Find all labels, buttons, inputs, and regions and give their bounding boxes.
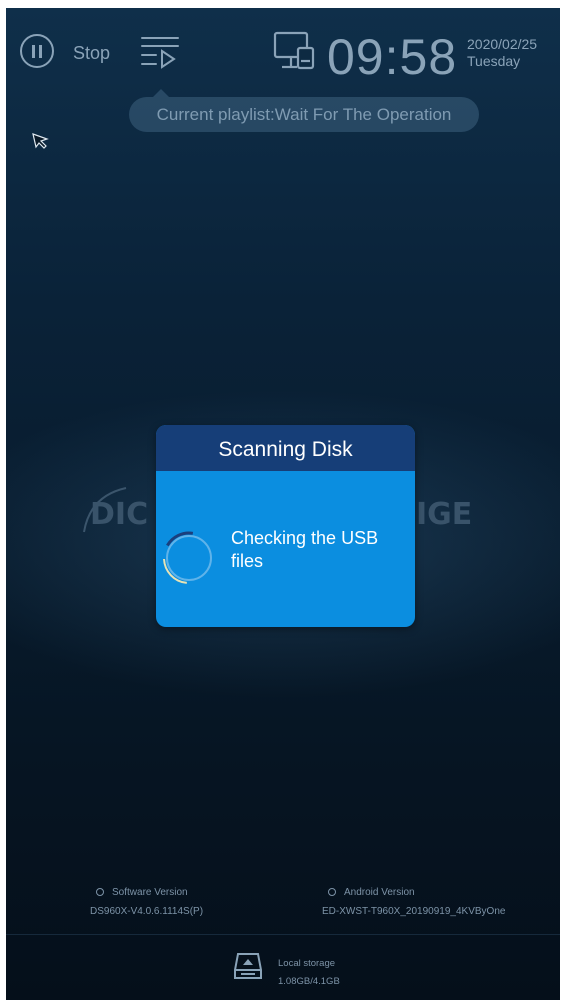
loading-spinner-icon <box>162 531 216 585</box>
info-dot-icon <box>328 888 336 896</box>
android-version-value: ED-XWST-T960X_20190919_4KVByOne <box>322 906 506 917</box>
software-version-value: DS960X-V4.0.6.1114S(P) <box>90 906 204 917</box>
pause-icon[interactable] <box>20 34 54 68</box>
scanning-disk-dialog: Scanning Disk Checking the USB files <box>156 425 415 627</box>
dialog-message: Checking the USB files <box>231 528 379 571</box>
playlist-icon[interactable] <box>140 34 180 70</box>
logo-text-left: DIC <box>90 497 148 532</box>
clock-time: 09:58 <box>327 29 458 85</box>
logo-text-right: IGE <box>416 497 472 532</box>
signage-screen: Stop 09:58 2020/02/25 Tuesday Current pl… <box>6 8 560 1000</box>
storage-label: Local storage <box>278 958 336 969</box>
mouse-cursor-icon <box>32 133 49 149</box>
dialog-title: Scanning Disk <box>156 425 415 471</box>
software-version-label: Software Version <box>112 886 188 898</box>
monitor-icon <box>273 31 315 70</box>
top-bar: Stop 09:58 2020/02/25 Tuesday <box>6 8 560 94</box>
date-text: 2020/02/25 <box>467 36 538 52</box>
stop-label[interactable]: Stop <box>73 43 110 64</box>
date-block: 2020/02/25 Tuesday <box>467 36 537 70</box>
storage-drive-icon <box>234 953 262 979</box>
info-dot-icon <box>96 888 104 896</box>
current-playlist-banner: Current playlist:Wait For The Operation <box>129 89 479 132</box>
software-version: Software Version DS960X-V4.0.6.1114S(P) <box>90 885 204 918</box>
storage-usage: 1.08GB/4.1GB <box>278 976 340 987</box>
android-version: Android Version ED-XWST-T960X_20190919_4… <box>322 885 506 918</box>
storage-info: Local storage 1.08GB/4.1GB <box>278 955 340 991</box>
weekday-text: Tuesday <box>467 53 521 69</box>
footer-divider <box>6 934 560 935</box>
android-version-label: Android Version <box>344 886 415 898</box>
